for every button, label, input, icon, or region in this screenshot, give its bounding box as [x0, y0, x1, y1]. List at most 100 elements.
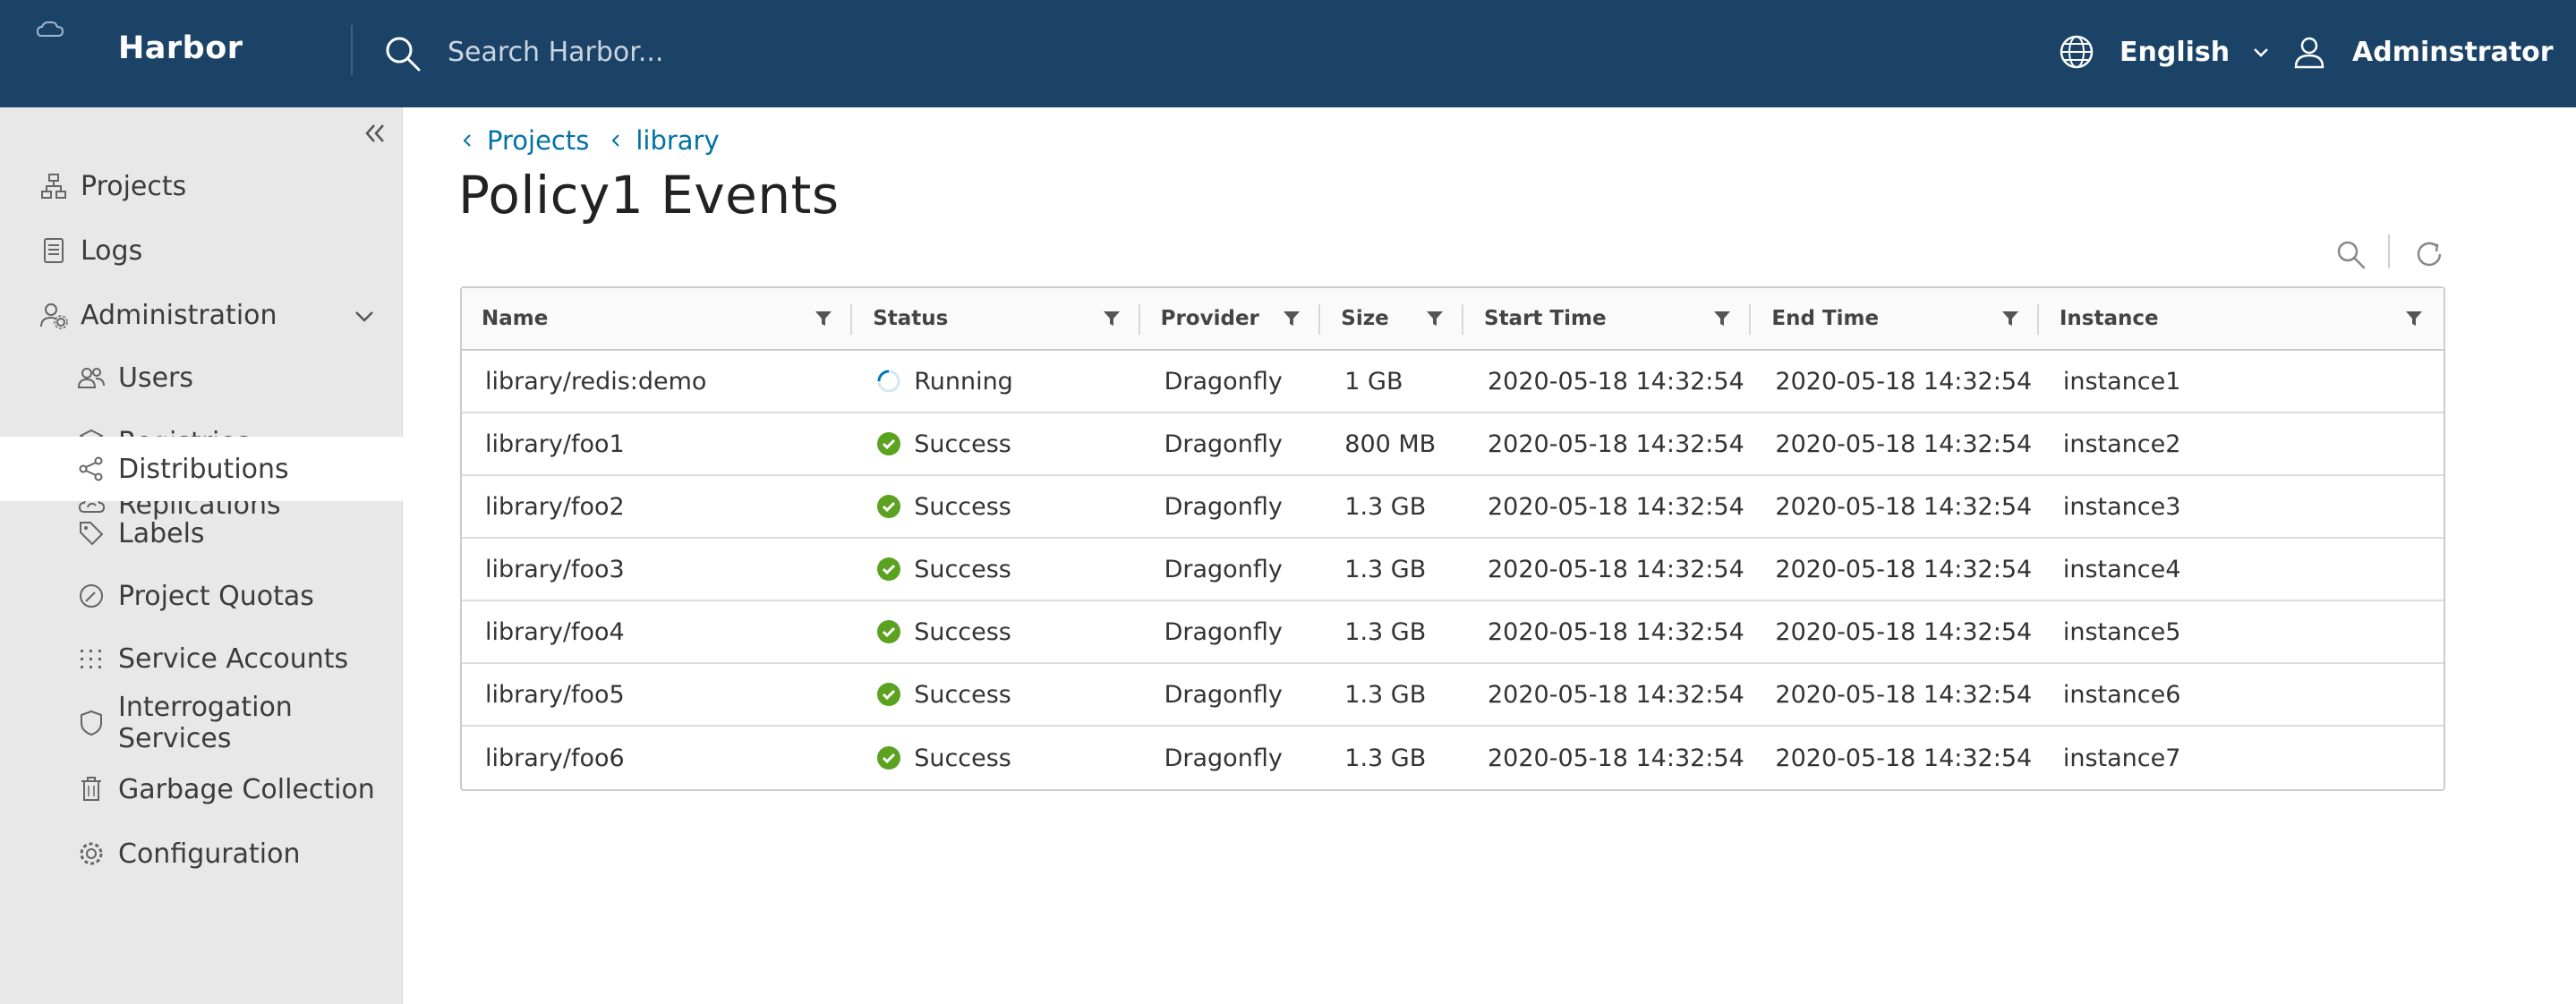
sidebar-item-projects[interactable]: Projects [0, 154, 403, 218]
table-row[interactable]: library/foo4 Success Dragonfly 1.3 GB 20… [462, 601, 2444, 664]
column-label: Provider [1160, 307, 1259, 330]
sidebar-item-label: Configuration [118, 838, 301, 870]
table-row[interactable]: library/foo3 Success Dragonfly 1.3 GB 20… [462, 539, 2444, 601]
brand-title[interactable]: Harbor [118, 30, 243, 66]
cell-provider: Dragonfly [1164, 430, 1283, 458]
sidebar-item-distributions[interactable]: Distributions [0, 437, 403, 501]
column-label: Instance [2059, 307, 2159, 330]
column-header-size[interactable]: Size [1321, 288, 1464, 349]
cell-start-time: 2020-05-18 14:32:54 [1488, 492, 1744, 521]
cell-status: Success [853, 413, 1140, 474]
user-name: Adminstrator [2352, 36, 2554, 68]
table-row[interactable]: library/foo6 Success Dragonfly 1.3 GB 20… [462, 727, 2444, 789]
cell-end-time: 2020-05-18 14:32:54 [1775, 492, 2033, 521]
filter-icon[interactable] [2001, 310, 2019, 328]
collapse-sidebar-icon[interactable] [362, 120, 388, 147]
chevron-left-icon [463, 134, 471, 147]
cell-instance: instance7 [2062, 744, 2181, 772]
harbor-logo-icon [36, 21, 64, 37]
table-row[interactable]: library/foo5 Success Dragonfly 1.3 GB 20… [462, 664, 2444, 727]
user-menu[interactable]: Adminstrator [2291, 30, 2576, 73]
sidebar-item-configuration[interactable]: Configuration [0, 821, 403, 886]
column-label: Size [1341, 307, 1389, 330]
sidebar-item-label: Logs [81, 234, 143, 267]
refresh-icon[interactable] [2413, 238, 2445, 270]
administration-icon [40, 303, 68, 329]
breadcrumb-label: Projects [487, 125, 590, 156]
sidebar-item-users[interactable]: Users [0, 345, 403, 410]
sidebar-item-garbage-collection[interactable]: Garbage Collection [0, 757, 403, 821]
breadcrumb-projects[interactable]: Projects [460, 125, 589, 156]
cell-instance: instance1 [2062, 367, 2181, 396]
distributions-icon [79, 456, 103, 481]
filter-icon[interactable] [1426, 310, 1444, 328]
filter-icon[interactable] [815, 310, 832, 328]
column-header-provider[interactable]: Provider [1141, 288, 1322, 349]
column-label: Start Time [1484, 307, 1607, 330]
cell-instance: instance4 [2062, 555, 2181, 583]
sidebar-item-label: Service Accounts [118, 642, 349, 675]
global-search-input[interactable] [448, 30, 1164, 73]
cell-size: 1.3 GB [1344, 492, 1427, 521]
language-selector[interactable]: English [2059, 30, 2271, 73]
table-row[interactable]: library/foo2 Success Dragonfly 1.3 GB 20… [462, 476, 2444, 539]
table-row[interactable]: library/redis:demo Running Dragonfly 1 G… [462, 351, 2444, 413]
events-datagrid: Name Status Provider Size Start Time End… [460, 286, 2445, 791]
sidebar-item-service-accounts[interactable]: Service Accounts [0, 626, 403, 691]
sidebar-item-label: Distributions [118, 453, 289, 485]
cell-start-time: 2020-05-18 14:32:54 [1488, 617, 1744, 646]
status-label: Success [914, 617, 1011, 646]
cell-instance: instance3 [2062, 492, 2181, 521]
cell-status: Success [853, 664, 1140, 725]
filter-icon[interactable] [2405, 310, 2423, 328]
cell-end-time: 2020-05-18 14:32:54 [1775, 367, 2033, 396]
sidebar-item-label: Administration [81, 299, 277, 331]
user-icon [2294, 37, 2324, 69]
column-header-status[interactable]: Status [853, 288, 1140, 349]
check-circle-icon [877, 620, 901, 643]
sidebar-item-interrogation-services[interactable]: Interrogation Services [0, 691, 403, 755]
header-divider [351, 25, 353, 75]
sidebar-item-label: Projects [81, 170, 187, 202]
column-label: End Time [1771, 307, 1880, 330]
column-header-name[interactable]: Name [462, 288, 853, 349]
cell-end-time: 2020-05-18 14:32:54 [1775, 617, 2033, 646]
cell-provider: Dragonfly [1164, 680, 1283, 709]
filter-icon[interactable] [1283, 310, 1301, 328]
sidebar-item-logs[interactable]: Logs [0, 218, 403, 283]
table-header: Name Status Provider Size Start Time End… [462, 288, 2444, 351]
sidebar-item-label: Garbage Collection [118, 773, 375, 805]
status-label: Running [914, 367, 1013, 396]
status-label: Success [914, 430, 1011, 458]
status-label: Success [914, 744, 1011, 772]
column-header-start-time[interactable]: Start Time [1464, 288, 1752, 349]
sidebar-item-administration[interactable]: Administration [0, 283, 403, 347]
cell-status: Running [853, 351, 1140, 412]
cell-start-time: 2020-05-18 14:32:54 [1488, 430, 1744, 458]
toolbar-divider [2388, 234, 2390, 268]
filter-icon[interactable] [1103, 310, 1121, 328]
filter-icon[interactable] [1713, 310, 1731, 328]
sidebar-item-labels[interactable]: Labels [0, 501, 403, 566]
labels-icon [80, 522, 104, 546]
cell-provider: Dragonfly [1164, 492, 1283, 521]
column-header-instance[interactable]: Instance [2040, 288, 2444, 349]
breadcrumb-library[interactable]: library [609, 125, 720, 156]
check-circle-icon [877, 432, 901, 455]
column-header-end-time[interactable]: End Time [1752, 288, 2039, 349]
check-circle-icon [877, 495, 901, 518]
cell-end-time: 2020-05-18 14:32:54 [1775, 430, 2033, 458]
column-label: Status [873, 307, 949, 330]
search-icon[interactable] [2334, 238, 2367, 270]
search-icon[interactable] [383, 34, 422, 73]
top-header: Harbor English Adminstrator [0, 0, 2576, 107]
table-row[interactable]: library/foo1 Success Dragonfly 800 MB 20… [462, 413, 2444, 476]
cell-status: Success [853, 601, 1140, 662]
cell-start-time: 2020-05-18 14:32:54 [1488, 744, 1744, 772]
cell-size: 1.3 GB [1344, 617, 1427, 646]
check-circle-icon [877, 683, 901, 706]
sidebar-item-project-quotas[interactable]: Project Quotas [0, 564, 403, 628]
chevron-down-icon[interactable] [353, 304, 376, 328]
sidebar-item-label: Users [118, 362, 194, 394]
cell-name: library/redis:demo [485, 367, 707, 396]
